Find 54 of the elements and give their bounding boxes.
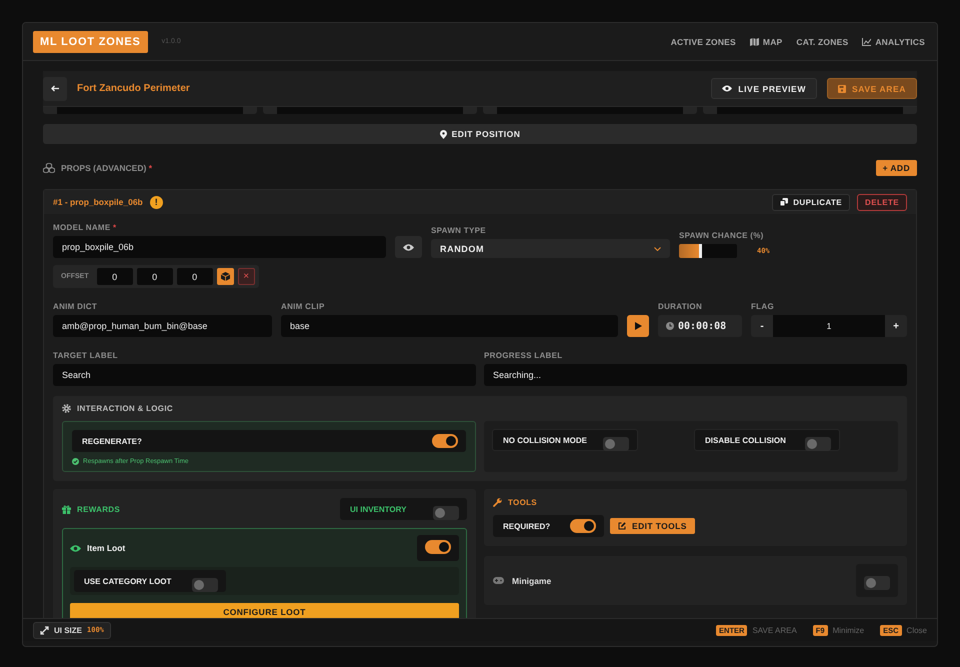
ui-size-label: UI SIZE [54, 626, 82, 634]
input-field[interactable]: base [281, 315, 618, 337]
toggle-label: UI INVENTORY [350, 504, 408, 514]
spawn-type-select[interactable]: RANDOM [431, 239, 670, 258]
toggle-label: REQUIRED? [503, 522, 552, 530]
section-title: PROPS (ADVANCED) * [61, 162, 152, 172]
field-label: MODEL NAME * [53, 223, 118, 232]
delete-button[interactable]: DELETE [857, 194, 907, 210]
toggle-label: DISABLE COLLISION [705, 436, 787, 444]
nav-link[interactable]: CAT. ZONES [796, 36, 848, 46]
edit-position-button[interactable]: EDIT POSITION [43, 124, 917, 144]
minigame-label: Minigame [512, 576, 552, 586]
add-button[interactable]: + ADD [876, 160, 917, 176]
section-title: REWARDS [77, 504, 120, 514]
field-label: SPAWN TYPE [431, 226, 487, 235]
shortcut-label: Minimize [832, 626, 864, 634]
field-label: DURATION [658, 302, 704, 311]
field-label: ANIM DICT [53, 302, 98, 311]
input-field[interactable]: 0 [176, 268, 213, 285]
input-field[interactable]: Searching... [484, 364, 907, 386]
field-label: FLAG [751, 302, 775, 311]
field-label: ANIM CLIP [281, 302, 326, 311]
toggle-label: USE CATEGORY LOOT [84, 576, 172, 586]
preview-button[interactable]: LIVE PREVIEW [711, 78, 817, 99]
input-field[interactable]: 1 [773, 315, 885, 337]
duration-field[interactable]: 00:00:08 [658, 315, 742, 337]
nav-link[interactable]: MAP [750, 36, 782, 46]
item-loot-label: Item Loot [87, 543, 126, 553]
field-label: PROGRESS LABEL [484, 351, 564, 360]
input-field[interactable]: amb@prop_human_bum_bin@base [53, 315, 272, 337]
shortcut-label: Close [906, 626, 927, 634]
clear-button[interactable]: × [238, 268, 255, 285]
section-title: INTERACTION & LOGIC [77, 404, 173, 413]
input-field[interactable]: 0 [96, 268, 133, 285]
field-label: TARGET LABEL [53, 351, 119, 360]
increment-button[interactable]: + [885, 320, 907, 332]
input-field[interactable]: Search [53, 364, 476, 386]
warning-badge: ! [150, 196, 163, 208]
prop-title: #1 - prop_boxpile_06b [53, 197, 143, 207]
nav-link[interactable]: ACTIVE ZONES [670, 36, 736, 46]
edit-tools-button[interactable]: EDIT TOOLS [610, 518, 695, 534]
toggle-label: REGENERATE? [82, 436, 143, 446]
area-title: Fort Zancudo Perimeter [77, 83, 191, 94]
nav-link[interactable]: ANALYTICS [862, 36, 925, 46]
input-field[interactable]: prop_boxpile_06b [53, 236, 386, 258]
shortcut-label: SAVE AREA [752, 626, 797, 634]
configure-loot-button[interactable]: CONFIGURE LOOT [70, 603, 459, 618]
duplicate-button[interactable]: DUPLICATE [772, 194, 850, 210]
input-field[interactable]: 0 [136, 268, 173, 285]
app-logo: ML LOOT ZONES [33, 30, 148, 52]
toggle-label: NO COLLISION MODE [503, 436, 588, 444]
decrement-button[interactable]: - [751, 320, 773, 332]
section-title: TOOLS [508, 498, 537, 507]
field-label: SPAWN CHANCE (%) [679, 231, 765, 240]
